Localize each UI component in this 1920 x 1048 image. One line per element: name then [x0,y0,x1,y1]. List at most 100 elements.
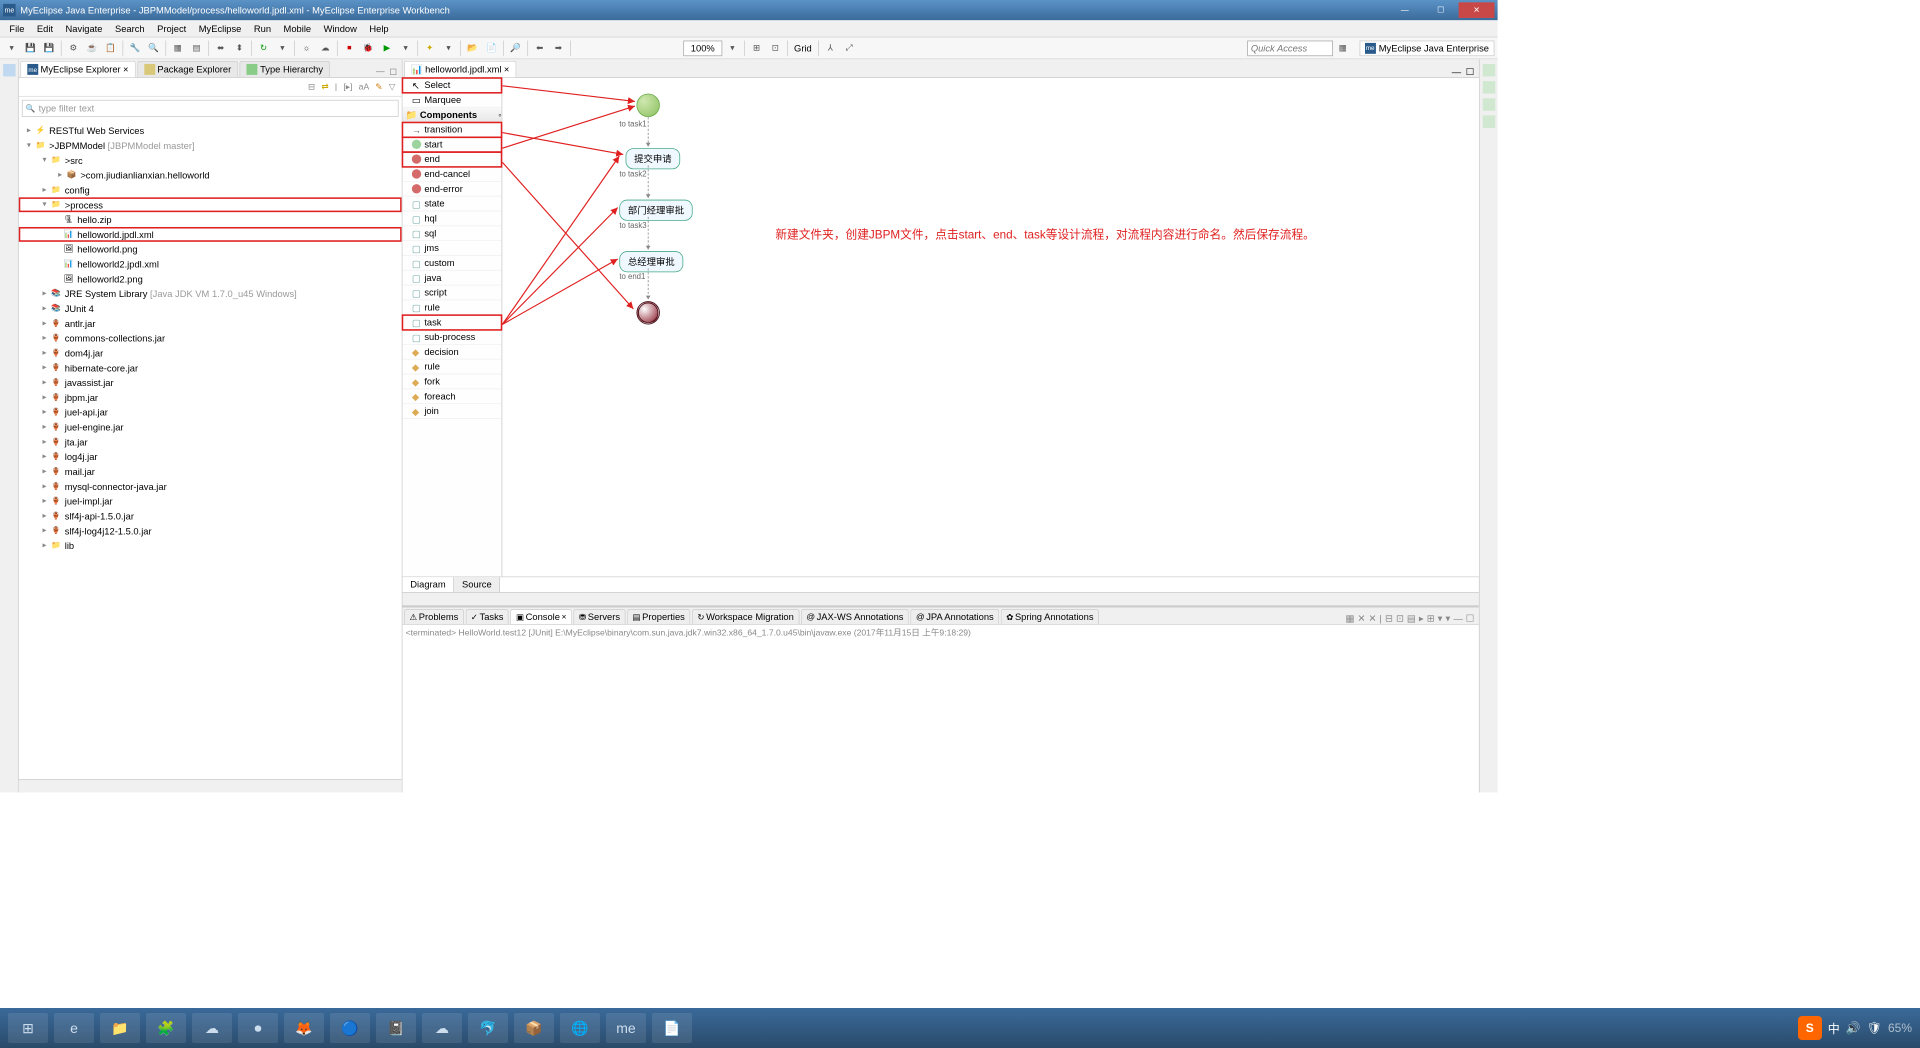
console-tool-icon[interactable]: ▦ [1346,613,1355,624]
console-tool-icon[interactable]: ✕ [1357,613,1365,624]
tool-icon[interactable]: aA [359,82,370,91]
tree-item-jar[interactable]: ▸antlr.jar [19,316,402,331]
tray-icon[interactable]: 🔊 [1846,1021,1861,1035]
run-icon[interactable]: ▶ [378,39,395,56]
palette-rule2[interactable]: rule [402,360,501,375]
open-perspective-icon[interactable]: ▦ [1334,39,1351,56]
palette-script[interactable]: script [402,285,501,300]
palette-join[interactable]: join [402,404,501,419]
palette-rule[interactable]: rule [402,300,501,315]
tree-item-jar[interactable]: ▸mysql-connector-java.jar [19,479,402,494]
console-body[interactable]: <terminated> HelloWorld.test12 [JUnit] E… [402,625,1478,793]
tab-myeclipse-explorer[interactable]: meMyEclipse Explorer× [20,61,135,77]
menu-file[interactable]: File [3,21,31,35]
ime-indicator[interactable]: 中 [1828,1020,1840,1037]
task-app-icon[interactable]: ⏺ [238,1013,278,1043]
tree-item-jar[interactable]: ▸juel-api.jar [19,405,402,420]
system-tray[interactable]: S 中 🔊 🛡 65% [1798,1016,1912,1040]
tree-item-lib[interactable]: ▸lib [19,538,402,553]
palette-task[interactable]: task [402,315,501,330]
debug-icon[interactable]: 🐞 [360,39,377,56]
tool-icon[interactable]: ⬍ [231,39,248,56]
tool-icon[interactable]: ⚙ [65,39,82,56]
task-app-icon[interactable]: ☁ [422,1013,462,1043]
console-tool-icon[interactable]: ▤ [1407,613,1416,624]
tool-icon[interactable]: 📋 [102,39,119,56]
palette-start[interactable]: start [402,137,501,152]
tab-console[interactable]: ▣ Console × [510,609,572,624]
task-app-icon[interactable]: 📓 [376,1013,416,1043]
menu-mobile[interactable]: Mobile [277,21,317,35]
tree-item-jar[interactable]: ▸javassist.jar [19,375,402,390]
windows-taskbar[interactable]: ⊞ e 📁 🧩 ☁ ⏺ 🦊 🔵 📓 ☁ 🐬 📦 🌐 me 📄 S 中 🔊 🛡 6… [0,1008,1920,1048]
tree-item-junit[interactable]: ▸📚JUnit 4 [19,301,402,316]
task-app-icon[interactable]: 🔵 [330,1013,370,1043]
new-button[interactable]: ▾ [3,39,20,56]
tree-item-jre[interactable]: ▸📚JRE System Library [Java JDK VM 1.7.0_… [19,286,402,301]
console-tool-icon[interactable]: ⊡ [1396,613,1404,624]
tree-item-restful[interactable]: ▸⚡RESTful Web Services [19,123,402,138]
tab-source[interactable]: Source [454,577,500,592]
saveall-button[interactable]: 💾 [41,39,58,56]
menu-myeclipse[interactable]: MyEclipse [193,21,248,35]
tool-icon[interactable]: ⤢ [841,39,858,56]
minimize-button[interactable]: — [1387,2,1423,18]
tab-type-hierarchy[interactable]: Type Hierarchy [240,61,330,77]
collapse-icon[interactable]: ⊟ [308,82,315,92]
task-node-1[interactable]: 提交申请 [626,148,681,169]
palette-state[interactable]: state [402,197,501,212]
tool-icon[interactable]: ⊞ [748,39,765,56]
tool-icon[interactable]: ⊡ [767,39,784,56]
task-node-3[interactable]: 总经理审批 [619,251,683,272]
palette-hql[interactable]: hql [402,211,501,226]
tool-icon[interactable]: 📄 [483,39,500,56]
tool-icon[interactable]: ☁ [317,39,334,56]
minimize-view-icon[interactable]: — [376,67,385,77]
menu-window[interactable]: Window [317,21,363,35]
palette-fork[interactable]: fork [402,374,501,389]
tree-item-process[interactable]: ▾> process [19,197,402,212]
tree-item-jar[interactable]: ▸log4j.jar [19,449,402,464]
maximize-view-icon[interactable]: ☐ [389,67,397,77]
maximize-view-icon[interactable]: ☐ [1466,613,1474,624]
tree-item-config[interactable]: ▸config [19,183,402,198]
minimize-view-icon[interactable]: — [1453,613,1462,624]
tool-icon[interactable]: 🔎 [507,39,524,56]
task-app-icon[interactable]: ☁ [192,1013,232,1043]
menu-edit[interactable]: Edit [31,21,60,35]
perspective-button[interactable]: me MyEclipse Java Enterprise [1359,40,1494,56]
palette-end-cancel[interactable]: end-cancel [402,167,501,182]
menu-help[interactable]: Help [363,21,395,35]
editor-h-scrollbar[interactable] [402,592,1478,605]
task-app-icon[interactable]: 🐬 [468,1013,508,1043]
task-app-icon[interactable]: 📦 [514,1013,554,1043]
palette-marquee[interactable]: Marquee [402,93,501,108]
tree-item-package[interactable]: ▸> com.jiudianlianxian.helloworld [19,168,402,183]
tree-item-jar[interactable]: ▸jta.jar [19,434,402,449]
palette-sql[interactable]: sql [402,226,501,241]
menu-run[interactable]: Run [248,21,278,35]
zoom-dropdown-icon[interactable]: ▾ [724,39,741,56]
view-menu-icon[interactable]: ▽ [389,82,396,92]
tree-item-project[interactable]: ▾> JBPMModel [JBPMModel master] [19,138,402,153]
tool-icon[interactable]: 📂 [464,39,481,56]
start-node[interactable] [636,94,659,117]
palette-end-error[interactable]: end-error [402,182,501,197]
tool-icon[interactable]: ✦ [421,39,438,56]
tool-icon[interactable]: 🔍 [145,39,162,56]
quick-access-input[interactable] [1247,40,1333,56]
tool-icon[interactable]: ⬌ [212,39,229,56]
maximize-view-icon[interactable]: ☐ [1466,66,1474,77]
palette-java[interactable]: java [402,271,501,286]
task-app-icon[interactable]: 🌐 [560,1013,600,1043]
link-icon[interactable]: ⇄ [321,82,328,92]
palette-decision[interactable]: decision [402,345,501,360]
close-icon[interactable]: × [123,64,128,75]
editor-tab-helloworld[interactable]: 📊helloworld.jpdl.xml× [404,61,516,77]
console-tool-icon[interactable]: ⊟ [1385,613,1393,624]
tool-icon[interactable]: ▾ [440,39,457,56]
tab-properties[interactable]: ▤ Properties [627,609,690,624]
start-button[interactable]: ⊞ [8,1013,48,1043]
palette-select[interactable]: Select [402,78,501,93]
menu-navigate[interactable]: Navigate [59,21,108,35]
